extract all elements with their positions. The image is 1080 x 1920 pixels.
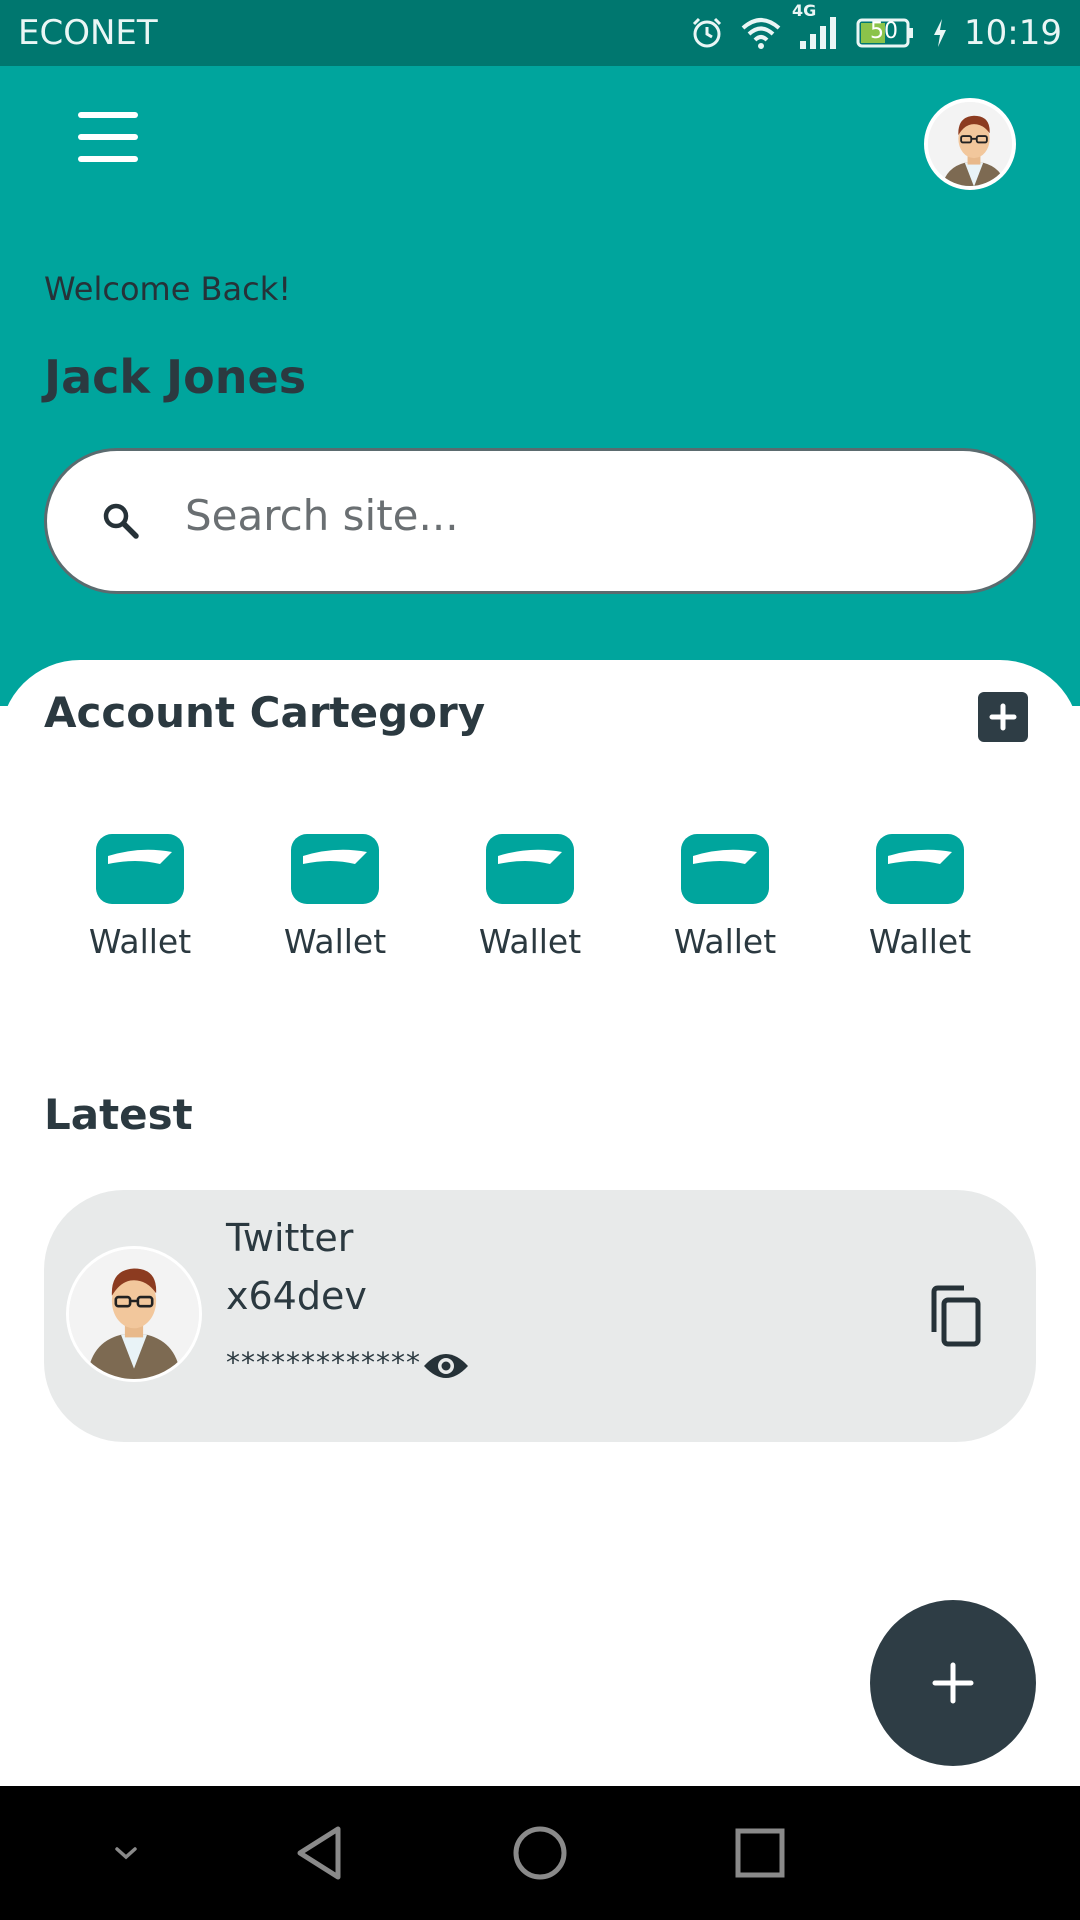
category-label: Wallet [88,922,192,961]
category-label: Wallet [283,922,387,961]
avatar-image [69,1249,199,1379]
add-entry-button[interactable] [870,1600,1036,1766]
chevron-down-icon[interactable] [96,1786,156,1920]
battery-icon: 50 [856,17,916,49]
carrier-label: ECONET [18,13,158,53]
home-icon[interactable] [500,1786,580,1920]
plus-icon [932,1662,974,1704]
search-input[interactable]: Search site... [44,448,1036,594]
latest-entry-card[interactable]: Twitter x64dev ************* [44,1190,1036,1442]
category-label: Wallet [673,922,777,961]
latest-title: Latest [44,1090,193,1139]
clock: 10:19 [964,13,1062,53]
add-category-button[interactable] [978,692,1028,742]
recents-icon[interactable] [720,1786,800,1920]
category-item-wallet[interactable]: Wallet [820,830,1020,970]
category-list: Wallet Wallet Wallet Wallet Wallet [40,830,1040,970]
system-nav-bar [0,1786,1080,1920]
signal-icon: 4G [792,1,840,51]
category-item-wallet[interactable]: Wallet [430,830,630,970]
wallet-icon [96,834,184,904]
search-icon [101,501,141,545]
category-item-wallet[interactable]: Wallet [235,830,435,970]
profile-avatar[interactable] [924,98,1016,190]
back-icon[interactable] [280,1786,360,1920]
plus-icon [989,703,1017,731]
entry-password: ************* [226,1346,421,1379]
menu-icon[interactable] [78,112,138,162]
copy-icon[interactable] [924,1284,984,1354]
wallet-icon [681,834,769,904]
status-bar: ECONET 4G 50 10:19 [0,0,1080,66]
wallet-icon [291,834,379,904]
charging-icon [932,17,948,49]
category-label: Wallet [868,922,972,961]
entry-avatar [66,1246,202,1382]
wifi-icon [740,16,782,50]
network-type-label: 4G [792,1,817,20]
search-placeholder: Search site... [185,491,459,540]
wallet-icon [876,834,964,904]
wallet-icon [486,834,574,904]
eye-icon[interactable] [422,1350,470,1386]
user-name: Jack Jones [44,350,307,404]
alarm-icon [690,16,724,50]
welcome-text: Welcome Back! [44,270,292,308]
entry-service: Twitter [226,1216,354,1260]
account-category-title: Account Cartegory [44,688,486,737]
status-icons: 4G 50 10:19 [690,1,1062,53]
category-item-wallet[interactable]: Wallet [625,830,825,970]
category-label: Wallet [478,922,582,961]
battery-level: 50 [870,19,899,44]
category-item-wallet[interactable]: Wallet [40,830,240,970]
entry-username: x64dev [226,1274,367,1318]
